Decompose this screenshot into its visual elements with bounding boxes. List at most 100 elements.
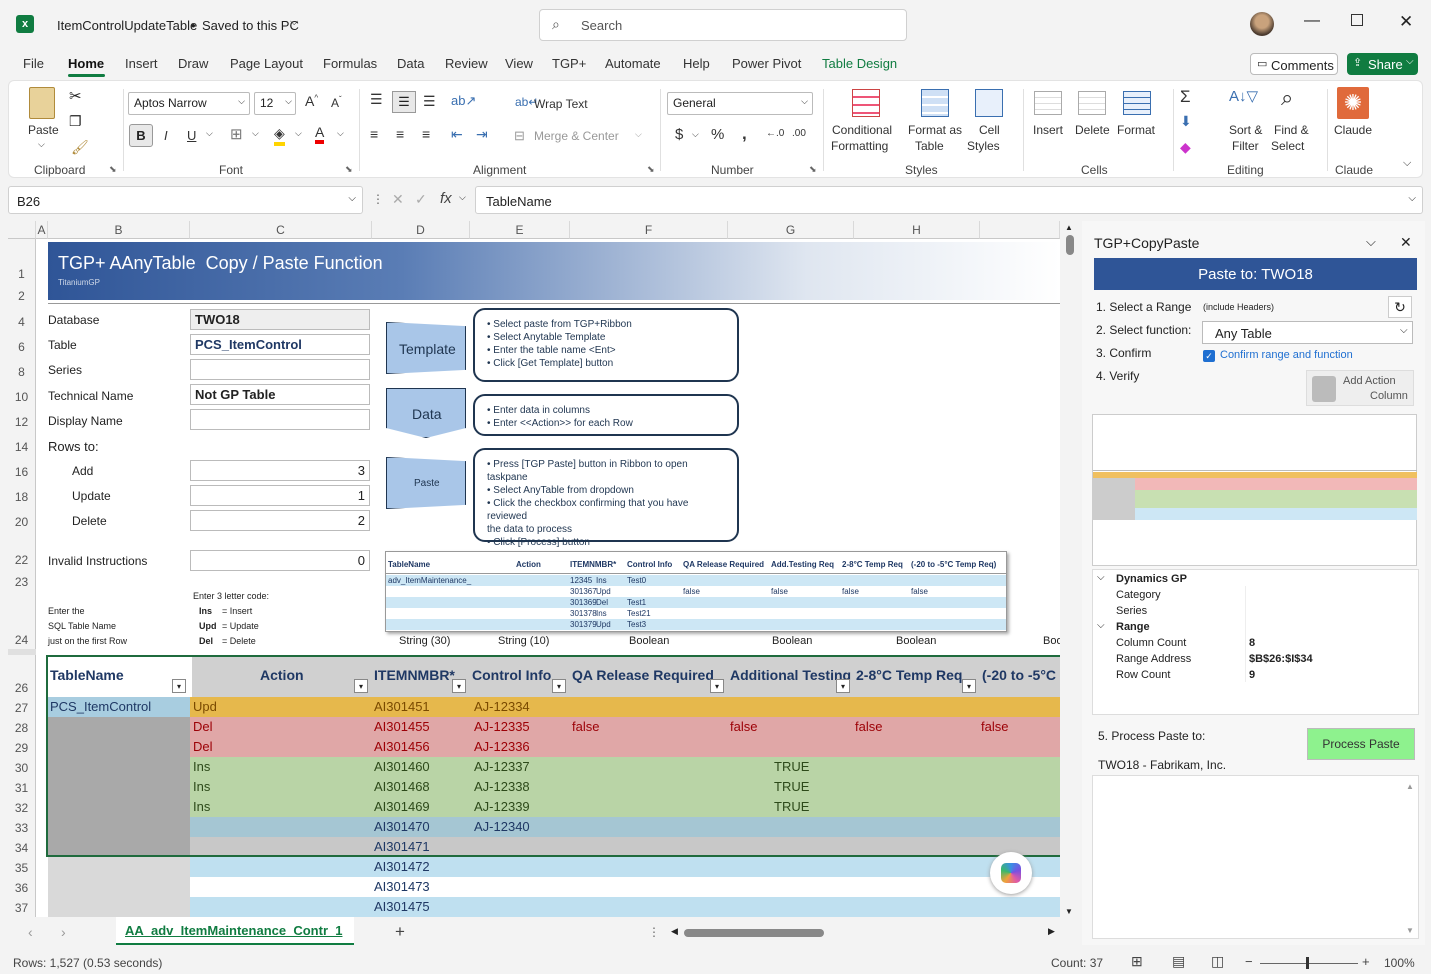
zoom-slider[interactable] bbox=[1260, 963, 1358, 964]
align-left-icon[interactable]: ≡ bbox=[370, 126, 378, 142]
tab-insert[interactable]: Insert bbox=[125, 56, 158, 71]
vertical-scroll-thumb[interactable] bbox=[1066, 235, 1074, 255]
chevron-down-icon[interactable]: ⌵ bbox=[1097, 572, 1105, 583]
scroll-right-icon[interactable]: ▶ bbox=[1048, 926, 1055, 937]
prev-sheet-icon[interactable]: ‹ bbox=[28, 924, 33, 940]
scroll-up-icon[interactable]: ▲ bbox=[1065, 223, 1073, 232]
decrease-font-icon[interactable]: Aˇ bbox=[331, 95, 342, 110]
table-cell[interactable]: AI301451 bbox=[374, 699, 430, 714]
col-header-g[interactable]: G bbox=[728, 221, 854, 239]
tab-tgp[interactable]: TGP+ bbox=[552, 56, 586, 71]
tab-table-design[interactable]: Table Design bbox=[822, 56, 897, 71]
tab-formulas[interactable]: Formulas bbox=[323, 56, 377, 71]
collapse-ribbon-icon[interactable]: ⌵ bbox=[1403, 157, 1411, 170]
claude-icon[interactable]: ✺ bbox=[1337, 87, 1369, 119]
row-header[interactable]: 14 bbox=[8, 431, 36, 456]
paste-step-shape[interactable]: Paste bbox=[386, 457, 466, 509]
horizontal-scroll-thumb[interactable] bbox=[684, 929, 824, 937]
table-cell[interactable]: TRUE bbox=[774, 759, 809, 774]
search-box[interactable]: ⌕ Search bbox=[539, 9, 907, 41]
table-cell[interactable]: Del bbox=[193, 739, 213, 754]
close-pane-icon[interactable]: ✕ bbox=[1400, 234, 1412, 251]
tab-power-pivot[interactable]: Power Pivot bbox=[732, 56, 801, 71]
table-column-header[interactable]: (-20 to -5°C bbox=[982, 667, 1056, 683]
update-count[interactable]: 1 bbox=[190, 485, 370, 506]
col-header-d[interactable]: D bbox=[372, 221, 470, 239]
minimize-icon[interactable]: — bbox=[1304, 12, 1320, 30]
font-color-icon[interactable]: A bbox=[315, 124, 325, 144]
table-value[interactable]: PCS_ItemControl bbox=[190, 334, 370, 355]
cell-styles-label2[interactable]: Styles bbox=[967, 139, 1000, 153]
dialog-launcher-icon[interactable]: ⬊ bbox=[809, 164, 817, 175]
chevron-down-icon[interactable]: ⌵ bbox=[459, 192, 466, 203]
row-header[interactable]: 18 bbox=[8, 481, 36, 506]
col-header-i[interactable] bbox=[980, 221, 1060, 239]
percent-icon[interactable]: % bbox=[711, 126, 724, 143]
add-count[interactable]: 3 bbox=[190, 460, 370, 481]
table-cell[interactable]: AJ-12338 bbox=[474, 779, 530, 794]
zoom-level[interactable]: 100% bbox=[1384, 956, 1415, 970]
table-cell[interactable]: AI301460 bbox=[374, 759, 430, 774]
database-value[interactable]: TWO18 bbox=[190, 309, 370, 330]
scroll-up-icon[interactable]: ▲ bbox=[1406, 782, 1414, 791]
decrease-decimal-icon[interactable]: .00 bbox=[792, 128, 806, 139]
tab-draw[interactable]: Draw bbox=[178, 56, 208, 71]
chevron-down-icon[interactable]: ⌵ bbox=[38, 139, 45, 150]
add-action-column-button[interactable]: Add Action Column bbox=[1306, 370, 1414, 406]
filter-dropdown-icon[interactable]: ▾ bbox=[172, 679, 186, 693]
row-header[interactable]: 36 bbox=[8, 877, 36, 897]
row-header[interactable]: 23 bbox=[8, 569, 36, 591]
col-header-f[interactable]: F bbox=[570, 221, 728, 239]
row-header[interactable]: 32 bbox=[8, 797, 36, 817]
chevron-down-icon[interactable]: ⌵ bbox=[295, 128, 302, 139]
table-column-header[interactable]: ITEMNMBR* bbox=[374, 667, 455, 683]
invalid-count[interactable]: 0 bbox=[190, 550, 370, 571]
find-label[interactable]: Find & bbox=[1274, 123, 1309, 137]
scroll-down-icon[interactable]: ▼ bbox=[1406, 926, 1414, 935]
find-label2[interactable]: Select bbox=[1271, 139, 1304, 153]
save-status[interactable]: Saved to this PC bbox=[202, 18, 299, 33]
table-row[interactable] bbox=[48, 857, 1060, 877]
filter-dropdown-icon[interactable]: ▾ bbox=[962, 679, 976, 693]
more-icon[interactable]: ⋮ bbox=[648, 925, 660, 939]
row-header[interactable]: 1 bbox=[8, 239, 36, 283]
row-header[interactable]: 26 bbox=[8, 655, 36, 697]
table-cell[interactable]: AJ-12334 bbox=[474, 699, 530, 714]
find-icon[interactable]: ⌕ bbox=[1281, 85, 1293, 111]
table-cell[interactable]: Del bbox=[193, 719, 213, 734]
series-value[interactable] bbox=[190, 359, 370, 380]
row-header[interactable]: 10 bbox=[8, 381, 36, 406]
table-row[interactable] bbox=[48, 897, 1060, 917]
expand-formula-icon[interactable]: ⌵ bbox=[1408, 193, 1416, 204]
row-header[interactable]: 33 bbox=[8, 817, 36, 837]
table-cell[interactable]: AI301456 bbox=[374, 739, 430, 754]
table-name-cell[interactable] bbox=[48, 837, 190, 857]
tab-view[interactable]: View bbox=[505, 56, 533, 71]
row-header[interactable]: 29 bbox=[8, 737, 36, 757]
col-header-a[interactable]: A bbox=[36, 221, 48, 239]
table-cell[interactable]: AI301468 bbox=[374, 779, 430, 794]
table-cell[interactable]: TRUE bbox=[774, 799, 809, 814]
zoom-slider-thumb[interactable] bbox=[1306, 957, 1309, 969]
insert-label[interactable]: Insert bbox=[1033, 123, 1063, 137]
row-header[interactable]: 27 bbox=[8, 697, 36, 717]
cell-styles-label[interactable]: Cell bbox=[979, 123, 1000, 137]
table-column-header[interactable]: TableName bbox=[50, 667, 124, 683]
col-header-c[interactable]: C bbox=[190, 221, 372, 239]
table-cell[interactable]: Upd bbox=[193, 699, 217, 714]
row-header[interactable]: 28 bbox=[8, 717, 36, 737]
table-cell[interactable]: AI301472 bbox=[374, 859, 430, 874]
row-header[interactable]: 12 bbox=[8, 406, 36, 431]
refresh-range-button[interactable]: ↻ bbox=[1388, 296, 1412, 318]
technical-name-value[interactable]: Not GP Table bbox=[190, 384, 370, 405]
table-name-cell[interactable] bbox=[48, 897, 190, 917]
row-header[interactable]: 30 bbox=[8, 757, 36, 777]
delete-count[interactable]: 2 bbox=[190, 510, 370, 531]
table-cell[interactable]: PCS_ItemControl bbox=[50, 699, 151, 714]
tab-file[interactable]: File bbox=[23, 56, 44, 71]
table-name-cell[interactable] bbox=[48, 777, 190, 797]
col-header-e[interactable]: E bbox=[470, 221, 570, 239]
table-name-cell[interactable] bbox=[48, 877, 190, 897]
conditional-formatting-icon[interactable] bbox=[852, 89, 880, 117]
autosum-icon[interactable]: Σ bbox=[1180, 87, 1191, 107]
